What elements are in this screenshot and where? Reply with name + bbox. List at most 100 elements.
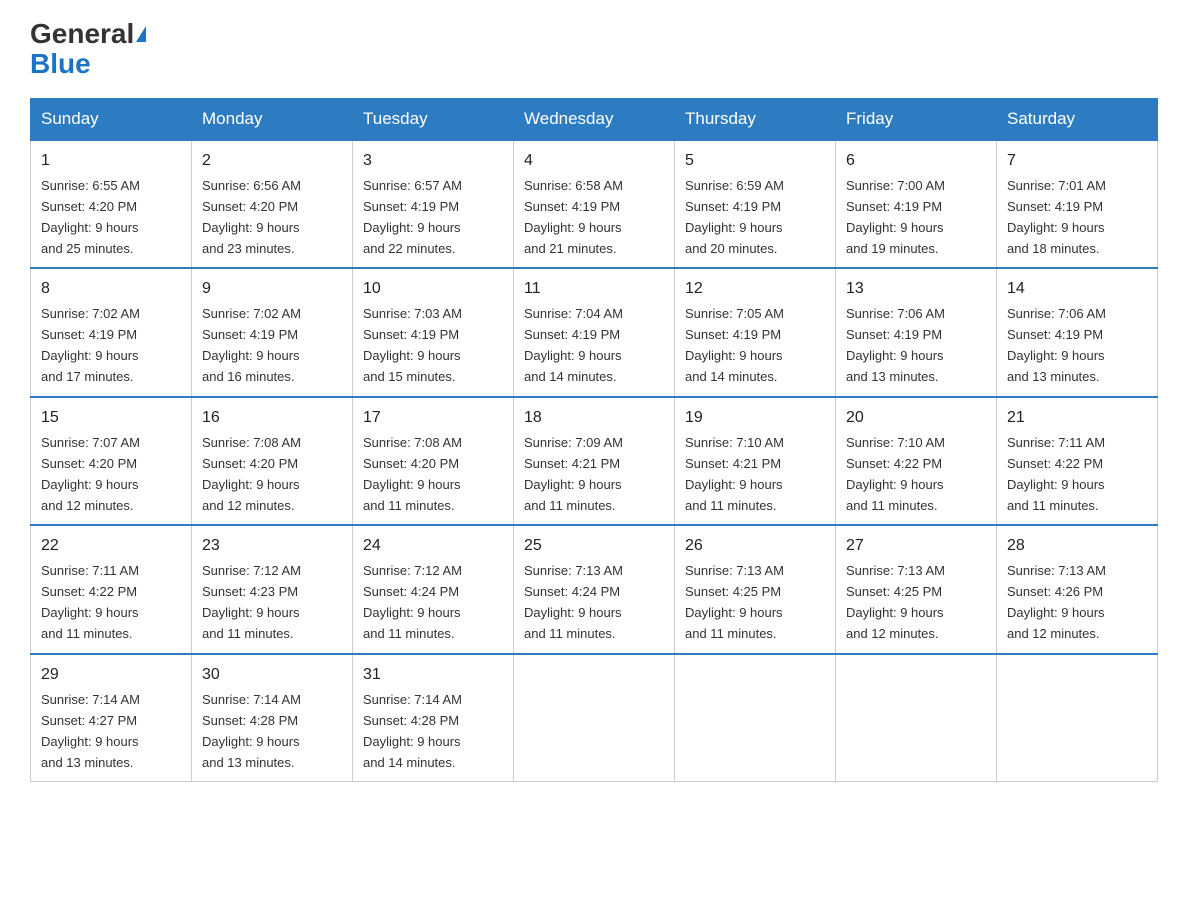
calendar-day-cell: 17 Sunrise: 7:08 AMSunset: 4:20 PMDaylig…: [353, 397, 514, 525]
calendar-day-cell: 15 Sunrise: 7:07 AMSunset: 4:20 PMDaylig…: [31, 397, 192, 525]
calendar-day-cell: 23 Sunrise: 7:12 AMSunset: 4:23 PMDaylig…: [192, 525, 353, 653]
logo-blue: Blue: [30, 48, 91, 79]
day-info: Sunrise: 7:08 AMSunset: 4:20 PMDaylight:…: [363, 435, 462, 513]
day-number: 21: [1007, 406, 1147, 431]
day-number: 26: [685, 534, 825, 559]
day-number: 3: [363, 149, 503, 174]
day-number: 24: [363, 534, 503, 559]
day-number: 27: [846, 534, 986, 559]
calendar-day-cell: 28 Sunrise: 7:13 AMSunset: 4:26 PMDaylig…: [997, 525, 1158, 653]
calendar-day-cell: 5 Sunrise: 6:59 AMSunset: 4:19 PMDayligh…: [675, 140, 836, 268]
day-info: Sunrise: 7:03 AMSunset: 4:19 PMDaylight:…: [363, 306, 462, 384]
calendar-day-cell: 26 Sunrise: 7:13 AMSunset: 4:25 PMDaylig…: [675, 525, 836, 653]
weekday-header-saturday: Saturday: [997, 99, 1158, 141]
calendar-table: SundayMondayTuesdayWednesdayThursdayFrid…: [30, 98, 1158, 782]
calendar-day-cell: [675, 654, 836, 782]
day-number: 13: [846, 277, 986, 302]
day-number: 29: [41, 663, 181, 688]
day-info: Sunrise: 7:13 AMSunset: 4:25 PMDaylight:…: [846, 563, 945, 641]
day-info: Sunrise: 7:11 AMSunset: 4:22 PMDaylight:…: [41, 563, 139, 641]
calendar-day-cell: 3 Sunrise: 6:57 AMSunset: 4:19 PMDayligh…: [353, 140, 514, 268]
day-number: 6: [846, 149, 986, 174]
day-info: Sunrise: 7:08 AMSunset: 4:20 PMDaylight:…: [202, 435, 301, 513]
calendar-week-row: 15 Sunrise: 7:07 AMSunset: 4:20 PMDaylig…: [31, 397, 1158, 525]
weekday-header-thursday: Thursday: [675, 99, 836, 141]
calendar-day-cell: 4 Sunrise: 6:58 AMSunset: 4:19 PMDayligh…: [514, 140, 675, 268]
day-info: Sunrise: 7:10 AMSunset: 4:22 PMDaylight:…: [846, 435, 945, 513]
day-info: Sunrise: 7:12 AMSunset: 4:23 PMDaylight:…: [202, 563, 301, 641]
day-info: Sunrise: 6:57 AMSunset: 4:19 PMDaylight:…: [363, 178, 462, 256]
day-info: Sunrise: 7:09 AMSunset: 4:21 PMDaylight:…: [524, 435, 623, 513]
logo-triangle-icon: [136, 26, 146, 42]
calendar-day-cell: 14 Sunrise: 7:06 AMSunset: 4:19 PMDaylig…: [997, 268, 1158, 396]
calendar-day-cell: 19 Sunrise: 7:10 AMSunset: 4:21 PMDaylig…: [675, 397, 836, 525]
weekday-header-friday: Friday: [836, 99, 997, 141]
calendar-day-cell: 30 Sunrise: 7:14 AMSunset: 4:28 PMDaylig…: [192, 654, 353, 782]
day-info: Sunrise: 7:02 AMSunset: 4:19 PMDaylight:…: [202, 306, 301, 384]
day-info: Sunrise: 7:07 AMSunset: 4:20 PMDaylight:…: [41, 435, 140, 513]
calendar-day-cell: 25 Sunrise: 7:13 AMSunset: 4:24 PMDaylig…: [514, 525, 675, 653]
calendar-day-cell: 12 Sunrise: 7:05 AMSunset: 4:19 PMDaylig…: [675, 268, 836, 396]
calendar-day-cell: 24 Sunrise: 7:12 AMSunset: 4:24 PMDaylig…: [353, 525, 514, 653]
day-info: Sunrise: 7:00 AMSunset: 4:19 PMDaylight:…: [846, 178, 945, 256]
calendar-day-cell: 2 Sunrise: 6:56 AMSunset: 4:20 PMDayligh…: [192, 140, 353, 268]
day-info: Sunrise: 7:14 AMSunset: 4:28 PMDaylight:…: [202, 692, 301, 770]
calendar-day-cell: 10 Sunrise: 7:03 AMSunset: 4:19 PMDaylig…: [353, 268, 514, 396]
calendar-day-cell: 8 Sunrise: 7:02 AMSunset: 4:19 PMDayligh…: [31, 268, 192, 396]
weekday-header-tuesday: Tuesday: [353, 99, 514, 141]
weekday-header-wednesday: Wednesday: [514, 99, 675, 141]
day-info: Sunrise: 7:13 AMSunset: 4:25 PMDaylight:…: [685, 563, 784, 641]
calendar-day-cell: 20 Sunrise: 7:10 AMSunset: 4:22 PMDaylig…: [836, 397, 997, 525]
weekday-header-sunday: Sunday: [31, 99, 192, 141]
day-number: 9: [202, 277, 342, 302]
day-info: Sunrise: 6:58 AMSunset: 4:19 PMDaylight:…: [524, 178, 623, 256]
calendar-week-row: 22 Sunrise: 7:11 AMSunset: 4:22 PMDaylig…: [31, 525, 1158, 653]
day-number: 4: [524, 149, 664, 174]
day-number: 7: [1007, 149, 1147, 174]
calendar-day-cell: 21 Sunrise: 7:11 AMSunset: 4:22 PMDaylig…: [997, 397, 1158, 525]
calendar-day-cell: 16 Sunrise: 7:08 AMSunset: 4:20 PMDaylig…: [192, 397, 353, 525]
day-number: 19: [685, 406, 825, 431]
calendar-day-cell: 18 Sunrise: 7:09 AMSunset: 4:21 PMDaylig…: [514, 397, 675, 525]
weekday-header-row: SundayMondayTuesdayWednesdayThursdayFrid…: [31, 99, 1158, 141]
day-info: Sunrise: 7:05 AMSunset: 4:19 PMDaylight:…: [685, 306, 784, 384]
day-number: 14: [1007, 277, 1147, 302]
day-number: 18: [524, 406, 664, 431]
calendar-day-cell: 29 Sunrise: 7:14 AMSunset: 4:27 PMDaylig…: [31, 654, 192, 782]
logo: General Blue: [30, 20, 146, 80]
day-number: 1: [41, 149, 181, 174]
calendar-day-cell: 27 Sunrise: 7:13 AMSunset: 4:25 PMDaylig…: [836, 525, 997, 653]
calendar-day-cell: 6 Sunrise: 7:00 AMSunset: 4:19 PMDayligh…: [836, 140, 997, 268]
day-info: Sunrise: 7:14 AMSunset: 4:28 PMDaylight:…: [363, 692, 462, 770]
calendar-day-cell: 7 Sunrise: 7:01 AMSunset: 4:19 PMDayligh…: [997, 140, 1158, 268]
day-number: 28: [1007, 534, 1147, 559]
day-info: Sunrise: 7:12 AMSunset: 4:24 PMDaylight:…: [363, 563, 462, 641]
page-header: General Blue: [30, 20, 1158, 80]
calendar-day-cell: [997, 654, 1158, 782]
day-number: 10: [363, 277, 503, 302]
calendar-day-cell: [836, 654, 997, 782]
day-number: 30: [202, 663, 342, 688]
day-info: Sunrise: 7:01 AMSunset: 4:19 PMDaylight:…: [1007, 178, 1106, 256]
calendar-week-row: 1 Sunrise: 6:55 AMSunset: 4:20 PMDayligh…: [31, 140, 1158, 268]
day-info: Sunrise: 7:04 AMSunset: 4:19 PMDaylight:…: [524, 306, 623, 384]
day-number: 31: [363, 663, 503, 688]
day-info: Sunrise: 7:06 AMSunset: 4:19 PMDaylight:…: [1007, 306, 1106, 384]
calendar-week-row: 29 Sunrise: 7:14 AMSunset: 4:27 PMDaylig…: [31, 654, 1158, 782]
calendar-day-cell: 11 Sunrise: 7:04 AMSunset: 4:19 PMDaylig…: [514, 268, 675, 396]
day-info: Sunrise: 7:06 AMSunset: 4:19 PMDaylight:…: [846, 306, 945, 384]
calendar-day-cell: 9 Sunrise: 7:02 AMSunset: 4:19 PMDayligh…: [192, 268, 353, 396]
day-number: 20: [846, 406, 986, 431]
day-number: 25: [524, 534, 664, 559]
calendar-day-cell: 1 Sunrise: 6:55 AMSunset: 4:20 PMDayligh…: [31, 140, 192, 268]
day-info: Sunrise: 7:02 AMSunset: 4:19 PMDaylight:…: [41, 306, 140, 384]
weekday-header-monday: Monday: [192, 99, 353, 141]
day-info: Sunrise: 6:56 AMSunset: 4:20 PMDaylight:…: [202, 178, 301, 256]
day-number: 15: [41, 406, 181, 431]
day-number: 2: [202, 149, 342, 174]
day-info: Sunrise: 6:55 AMSunset: 4:20 PMDaylight:…: [41, 178, 140, 256]
calendar-day-cell: 22 Sunrise: 7:11 AMSunset: 4:22 PMDaylig…: [31, 525, 192, 653]
day-number: 22: [41, 534, 181, 559]
day-info: Sunrise: 6:59 AMSunset: 4:19 PMDaylight:…: [685, 178, 784, 256]
day-number: 5: [685, 149, 825, 174]
